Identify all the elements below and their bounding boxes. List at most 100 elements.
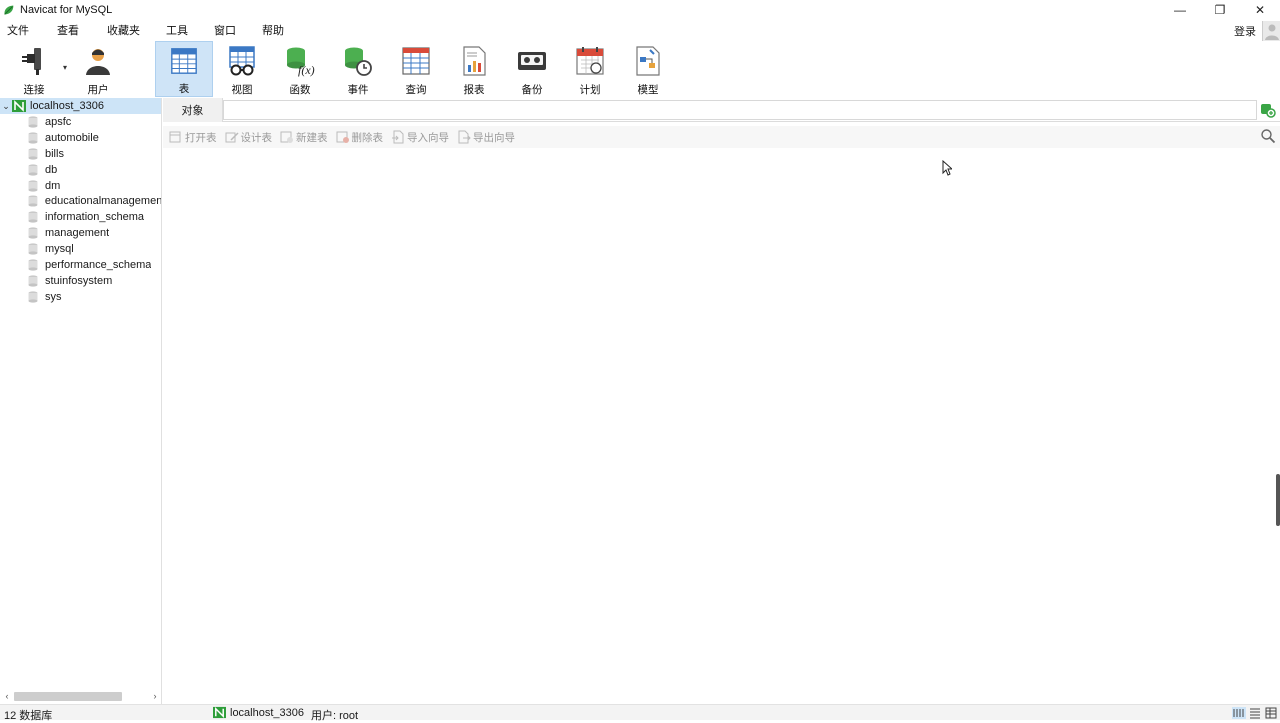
database-icon bbox=[28, 259, 38, 271]
tree-database-item[interactable]: performance_schema bbox=[0, 257, 161, 273]
tree-database-item[interactable]: sys bbox=[0, 289, 161, 305]
connection-tree: ⌄ localhost_3306 apsfc automobile bills db d… bbox=[0, 98, 162, 704]
toolbar-query-button[interactable]: 查询 bbox=[387, 41, 445, 97]
function-icon: f(x) bbox=[287, 47, 315, 77]
toolbar-label: 表 bbox=[178, 83, 190, 95]
toolbar-report-button[interactable]: 报表 bbox=[445, 41, 503, 97]
toolbar-user-button[interactable]: 用户 bbox=[69, 41, 127, 97]
toolbar-event-button[interactable]: 事件 bbox=[329, 41, 387, 97]
detail-view-icon[interactable] bbox=[1264, 707, 1278, 719]
toolbar-label: 查询 bbox=[405, 84, 427, 96]
toolbar-schedule-button[interactable]: 计划 bbox=[561, 41, 619, 97]
restore-button[interactable]: ❐ bbox=[1200, 0, 1240, 20]
toolbar-function-button[interactable]: f(x) 函数 bbox=[271, 41, 329, 97]
new-tab-icon[interactable] bbox=[1260, 102, 1276, 118]
list-view-icon[interactable] bbox=[1248, 707, 1262, 719]
toolbar-model-button[interactable]: 模型 bbox=[619, 41, 677, 97]
window-title: Navicat for MySQL bbox=[20, 4, 113, 16]
minimize-button[interactable]: — bbox=[1160, 0, 1200, 20]
delete-table-button[interactable]: 删除表 bbox=[336, 130, 384, 145]
tree-database-item[interactable]: information_schema bbox=[0, 209, 161, 225]
database-name: automobile bbox=[45, 131, 99, 144]
database-icon bbox=[28, 291, 38, 303]
tree-database-item[interactable]: management bbox=[0, 225, 161, 241]
tree-database-item[interactable]: dm bbox=[0, 178, 161, 194]
database-name: sys bbox=[45, 290, 62, 303]
connection-name: localhost_3306 bbox=[30, 100, 105, 112]
database-count: 12 数据库 bbox=[4, 710, 53, 722]
action-label: 导出向导 bbox=[473, 131, 515, 144]
import-wizard-icon bbox=[392, 130, 404, 144]
object-filter-input[interactable] bbox=[223, 100, 1257, 120]
tab-objects[interactable]: 对象 bbox=[163, 98, 223, 122]
database-name: apsfc bbox=[45, 115, 72, 128]
action-label: 打开表 bbox=[185, 131, 217, 144]
menu-tools[interactable]: 工具 bbox=[159, 21, 195, 41]
status-bar: 12 数据库 localhost_3306 用户: root bbox=[0, 704, 1280, 722]
open-table-icon bbox=[169, 131, 181, 143]
design-table-icon bbox=[225, 132, 239, 143]
database-icon bbox=[28, 275, 38, 287]
tree-database-item[interactable]: stuinfosystem bbox=[0, 273, 161, 289]
schedule-icon bbox=[576, 47, 604, 75]
import-wizard-button[interactable]: 导入向导 bbox=[391, 130, 449, 145]
user-icon bbox=[86, 49, 110, 75]
avatar[interactable] bbox=[1262, 21, 1280, 41]
design-table-button[interactable]: 设计表 bbox=[225, 130, 272, 145]
mouse-cursor-icon bbox=[942, 160, 952, 176]
view-icon bbox=[229, 46, 255, 76]
toolbar-table-button[interactable]: 表 bbox=[155, 41, 213, 97]
toolbar-label: 计划 bbox=[579, 84, 601, 96]
action-label: 导入向导 bbox=[407, 131, 449, 144]
event-icon bbox=[345, 47, 372, 76]
open-table-button[interactable]: 打开表 bbox=[169, 130, 217, 145]
toolbar-connection-button[interactable]: 连接 bbox=[5, 41, 63, 97]
database-icon bbox=[28, 164, 38, 176]
main-vertical-scrollbar[interactable] bbox=[1276, 474, 1280, 526]
toolbar-label: 函数 bbox=[289, 84, 311, 96]
object-tab-bar: 对象 bbox=[163, 98, 1280, 122]
tree-connection-localhost[interactable]: ⌄ localhost_3306 bbox=[0, 98, 161, 114]
database-list: apsfc automobile bills db dm educationalmanag… bbox=[0, 114, 161, 305]
table-icon bbox=[171, 48, 197, 74]
toolbar-backup-button[interactable]: 备份 bbox=[503, 41, 561, 97]
expand-caret-icon[interactable]: ⌄ bbox=[0, 101, 12, 112]
login-link[interactable]: 登录 bbox=[1234, 23, 1256, 39]
toolbar-label: 报表 bbox=[463, 84, 485, 96]
search-icon[interactable] bbox=[1260, 128, 1276, 144]
toolbar-label: 模型 bbox=[637, 84, 659, 96]
tree-database-item[interactable]: bills bbox=[0, 146, 161, 162]
database-icon bbox=[28, 211, 38, 223]
close-button[interactable]: ✕ bbox=[1240, 0, 1280, 20]
toolbar-view-button[interactable]: 视图 bbox=[213, 41, 271, 97]
user-avatar-icon bbox=[1265, 24, 1279, 40]
menu-file[interactable]: 文件 bbox=[0, 21, 36, 41]
svg-text:f(x): f(x) bbox=[298, 63, 315, 77]
tree-database-item[interactable]: automobile bbox=[0, 130, 161, 146]
menu-window[interactable]: 窗口 bbox=[207, 21, 243, 41]
menu-view[interactable]: 查看 bbox=[50, 21, 86, 41]
menu-favorites[interactable]: 收藏夹 bbox=[100, 21, 147, 41]
tree-database-item[interactable]: educationalmanagemen bbox=[0, 193, 161, 209]
grid-view-icon[interactable] bbox=[1232, 707, 1246, 719]
tree-database-item[interactable]: apsfc bbox=[0, 114, 161, 130]
tree-database-item[interactable]: mysql bbox=[0, 241, 161, 257]
model-icon bbox=[636, 46, 660, 76]
database-name: dm bbox=[45, 179, 61, 192]
database-icon bbox=[28, 179, 38, 192]
sidebar-horizontal-scrollbar[interactable]: ‹ › bbox=[0, 688, 162, 704]
scrollbar-thumb[interactable] bbox=[14, 692, 122, 701]
mysql-connection-icon bbox=[12, 100, 26, 112]
database-name: educationalmanagemen bbox=[44, 195, 161, 208]
scroll-right-icon[interactable]: › bbox=[148, 691, 162, 701]
action-label: 新建表 bbox=[296, 131, 328, 144]
tree-database-item[interactable]: db bbox=[0, 162, 161, 178]
action-label: 删除表 bbox=[351, 131, 384, 144]
database-icon bbox=[28, 148, 38, 160]
export-wizard-button[interactable]: 导出向导 bbox=[457, 130, 515, 145]
new-table-button[interactable]: 新建表 bbox=[280, 130, 328, 145]
menu-help[interactable]: 帮助 bbox=[255, 21, 291, 41]
report-icon bbox=[463, 46, 486, 76]
scroll-left-icon[interactable]: ‹ bbox=[0, 691, 14, 701]
database-icon bbox=[28, 195, 38, 207]
